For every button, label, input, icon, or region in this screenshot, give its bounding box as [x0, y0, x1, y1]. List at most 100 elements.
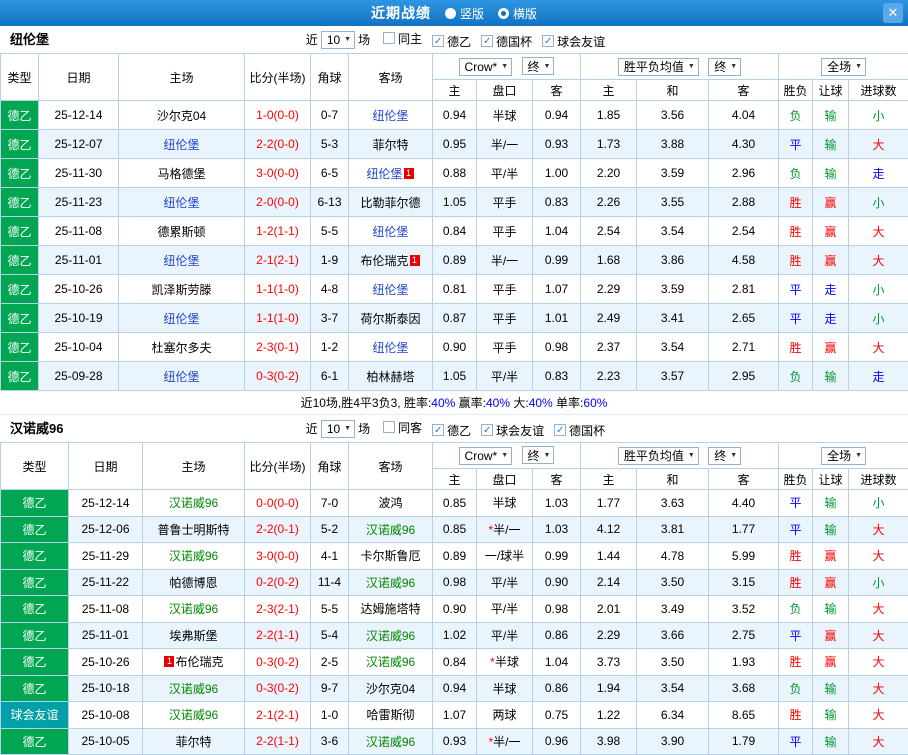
home-win-avg: 2.37 [581, 333, 637, 362]
away-team-name: 菲尔特 [372, 138, 408, 152]
away-team-cell: 纽伦堡 [349, 333, 433, 362]
scope-select[interactable]: 全场▼ [821, 447, 866, 465]
layout-option-vertical[interactable]: 竖版 [445, 5, 484, 22]
match-count-select[interactable]: 10 ▼ [321, 420, 355, 438]
handicap-line: *半球 [477, 649, 533, 676]
close-icon[interactable]: ✕ [883, 3, 903, 23]
near-label: 近 [306, 420, 318, 437]
away-win-avg: 3.68 [709, 675, 779, 702]
away-team-name[interactable]: 汉诺威96 [366, 523, 415, 537]
home-team-name[interactable]: 汉诺威96 [169, 496, 218, 510]
away-handicap-star: * [490, 655, 495, 669]
away-team-name[interactable]: 汉诺威96 [366, 629, 415, 643]
handicap-line: 半球 [477, 490, 533, 517]
filter-checkbox[interactable]: 同客 [383, 419, 422, 436]
filter-checkbox[interactable]: ✓德乙 [432, 33, 471, 50]
layout-option-horizontal[interactable]: 横版 [498, 5, 537, 22]
bookmaker-select[interactable]: Crow*▼ [459, 58, 513, 76]
near-label: 近 [306, 31, 318, 48]
home-team-name[interactable]: 汉诺威96 [169, 602, 218, 616]
home-win-avg: 3.98 [581, 728, 637, 755]
checkbox-label: 德国杯 [569, 422, 605, 439]
home-team-cell: 纽伦堡 [119, 246, 245, 275]
checkbox-checked-icon[interactable]: ✓ [432, 424, 444, 436]
checkbox-unchecked-icon[interactable] [383, 421, 395, 433]
result-handicap: 赢 [813, 543, 849, 570]
filter-checkbox[interactable]: 同主 [383, 30, 422, 47]
odds-stage-select[interactable]: 终▼ [522, 446, 555, 464]
wdl-stage-select[interactable]: 终▼ [708, 447, 741, 465]
checkbox-checked-icon[interactable]: ✓ [481, 424, 493, 436]
filter-checkbox[interactable]: ✓球会友谊 [542, 33, 605, 50]
filter-controls: 近 10 ▼ 场 同主✓德乙✓德国杯✓球会友谊 [303, 30, 605, 50]
away-team-name[interactable]: 纽伦堡 [372, 283, 408, 297]
away-team-cell: 汉诺威96 [349, 649, 433, 676]
home-handicap-odds: 0.90 [433, 333, 477, 362]
subcol-away-odds: 客 [533, 469, 581, 490]
home-team-name[interactable]: 纽伦堡 [163, 370, 199, 384]
wdl-stage-select[interactable]: 终▼ [708, 58, 741, 76]
wdl-odds-group-header: 胜平负均值▼ 终▼ [581, 443, 779, 469]
result-outcome: 负 [779, 159, 813, 188]
away-handicap-odds: 0.98 [533, 596, 581, 623]
corners-score: 2-5 [311, 649, 349, 676]
checkbox-checked-icon[interactable]: ✓ [542, 35, 554, 47]
filter-checkbox[interactable]: ✓德国杯 [481, 33, 532, 50]
away-team-name[interactable]: 纽伦堡 [372, 341, 408, 355]
home-team-cell: 1布伦瑞克 [143, 649, 245, 676]
radio-selected-icon[interactable] [498, 8, 509, 19]
away-win-avg: 5.99 [709, 543, 779, 570]
home-team-name[interactable]: 汉诺威96 [169, 549, 218, 563]
bookmaker-select[interactable]: Crow*▼ [459, 447, 513, 465]
subcol-outcome: 胜负 [779, 469, 813, 490]
home-team-name[interactable]: 纽伦堡 [163, 254, 199, 268]
checkbox-checked-icon[interactable]: ✓ [481, 35, 493, 47]
match-count-select[interactable]: 10 ▼ [321, 31, 355, 49]
home-team-name[interactable]: 汉诺威96 [169, 708, 218, 722]
corners-score: 6-1 [311, 362, 349, 391]
match-date: 25-10-18 [69, 675, 143, 702]
away-handicap-odds: 1.01 [533, 304, 581, 333]
filter-checkbox[interactable]: ✓球会友谊 [481, 422, 544, 439]
match-date: 25-12-07 [39, 130, 119, 159]
away-team-name[interactable]: 纽伦堡 [372, 225, 408, 239]
home-win-avg: 4.12 [581, 516, 637, 543]
radio-label: 横版 [513, 5, 537, 22]
handicap-line: 平/半 [477, 569, 533, 596]
away-handicap-odds: 0.99 [533, 543, 581, 570]
radio-unselected-icon[interactable] [445, 8, 456, 19]
result-goals: 大 [849, 333, 908, 362]
home-team-name[interactable]: 纽伦堡 [163, 312, 199, 326]
away-team-name[interactable]: 纽伦堡 [372, 109, 408, 123]
wdl-select[interactable]: 胜平负均值▼ [618, 58, 699, 76]
match-score: 3-0(0-0) [245, 159, 311, 188]
match-score: 0-3(0-2) [245, 675, 311, 702]
home-team-name[interactable]: 汉诺威96 [169, 682, 218, 696]
match-row: 德乙25-11-01埃弗斯堡2-2(1-1)5-4汉诺威961.02平/半0.8… [1, 622, 908, 649]
wdl-select[interactable]: 胜平负均值▼ [618, 447, 699, 465]
home-team-name[interactable]: 纽伦堡 [163, 196, 199, 210]
match-row: 德乙25-12-14沙尔克041-0(0-0)0-7纽伦堡0.94半球0.941… [1, 101, 908, 130]
away-team-name[interactable]: 汉诺威96 [366, 655, 415, 669]
handicap-line: 半/一 [477, 246, 533, 275]
away-win-avg: 1.93 [709, 649, 779, 676]
scope-value: 全场 [827, 58, 851, 75]
match-date: 25-10-26 [39, 275, 119, 304]
away-team-cell: 达姆施塔特 [349, 596, 433, 623]
filter-checkbox[interactable]: ✓德乙 [432, 422, 471, 439]
scope-group-header: 全场▼ [779, 443, 908, 469]
checkbox-checked-icon[interactable]: ✓ [554, 424, 566, 436]
away-team-name[interactable]: 纽伦堡 [366, 167, 402, 181]
away-team-name[interactable]: 汉诺威96 [366, 576, 415, 590]
corners-score: 1-0 [311, 702, 349, 729]
checkbox-checked-icon[interactable]: ✓ [432, 35, 444, 47]
checkbox-label: 同主 [398, 30, 422, 47]
away-team-name[interactable]: 汉诺威96 [366, 735, 415, 749]
filter-checkbox[interactable]: ✓德国杯 [554, 422, 605, 439]
away-handicap-odds: 1.03 [533, 516, 581, 543]
odds-stage-select[interactable]: 终▼ [522, 57, 555, 75]
scope-select[interactable]: 全场▼ [821, 58, 866, 76]
checkbox-unchecked-icon[interactable] [383, 32, 395, 44]
home-team-name[interactable]: 纽伦堡 [163, 138, 199, 152]
away-win-avg: 4.58 [709, 246, 779, 275]
